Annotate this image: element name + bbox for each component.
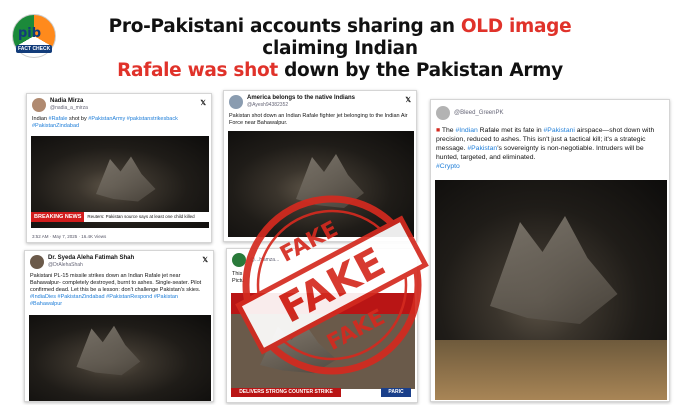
tweet-text: Pakistani PL-15 missile strikes down an … (30, 273, 202, 307)
tweet-author-handle: @Bleed_GreenPK (454, 109, 504, 116)
tweet-card-3: Dr. Syeda Aleha Fatimah Shah @DrAlehaSha… (24, 250, 214, 402)
tweet-author-name: Dr. Syeda Aleha Fatimah Shah (48, 255, 135, 261)
tweet-text: Pakistan shot down an Indian Rafale figh… (229, 113, 408, 126)
tweet-photo (435, 180, 667, 400)
tv-channel-tag: PARIC (381, 388, 411, 397)
tweet-author-handle: @DrAlehaShah (48, 262, 83, 268)
tweet-author-name: America belongs to the native Indians (247, 95, 356, 101)
headline-text-2: claiming Indian (262, 38, 418, 59)
tweet-photo (29, 315, 211, 401)
wreckage-image (76, 325, 141, 376)
wreckage-image (490, 216, 618, 324)
ground-dirt (435, 340, 667, 400)
breaking-news-ticker: Reuters: Pakistan source says at least o… (84, 212, 209, 222)
breaking-news-banner: BREAKING NEWS Reuters: Pakistan source s… (31, 212, 209, 222)
headline-text-1: Pro-Pakistani accounts sharing an (108, 16, 461, 37)
wreckage-image (96, 156, 156, 202)
logo-text: pib (18, 26, 42, 41)
pib-factcheck-logo: pib FACT CHECK (12, 14, 56, 58)
avatar (436, 106, 450, 120)
headline: Pro-Pakistani accounts sharing an OLD im… (80, 16, 600, 82)
tweet-author-handle: @nadia_a_mirza (50, 105, 88, 111)
tv-news-banner: DELIVERS STRONG COUNTER STRIKE (231, 388, 341, 397)
headline-highlight-2: Rafale was shot (117, 60, 278, 81)
x-logo-icon: 𝕏 (202, 257, 208, 264)
tweet-card-5: @Bleed_GreenPK ■ The #Indian Rafale met … (430, 99, 670, 402)
avatar (32, 98, 46, 112)
avatar (30, 255, 44, 269)
headline-text-3: down by the Pakistan Army (277, 60, 563, 81)
tweet-author-name: Nadia Mirza (50, 98, 84, 104)
logo-subtitle: FACT CHECK (16, 45, 53, 53)
tweet-author-handle: @Ayesh94382352 (247, 102, 289, 108)
breaking-news-label: BREAKING NEWS (31, 212, 85, 222)
tweet-card-1: Nadia Mirza @nadia_a_mirza 𝕏 Indian #Raf… (26, 93, 212, 243)
factcheck-graphic: pib FACT CHECK Pro-Pakistani accounts sh… (0, 0, 680, 405)
fake-stamp: FAKE FAKE FAKE (235, 195, 429, 375)
x-logo-icon: 𝕏 (200, 100, 206, 107)
x-logo-icon: 𝕏 (405, 97, 411, 104)
tweet-photo: BREAKING NEWS Reuters: Pakistan source s… (31, 136, 209, 228)
tweet-meta: 3:52 AM · May 7, 2025 · 16.4K Views (32, 234, 107, 239)
avatar (229, 95, 243, 109)
tweet-text: Indian #Rafale shot by #PakistanArmy #pa… (32, 116, 178, 129)
tweet-text: ■ The #Indian Rafale met its fate in #Pa… (436, 127, 655, 170)
headline-highlight-1: OLD image (460, 16, 572, 37)
